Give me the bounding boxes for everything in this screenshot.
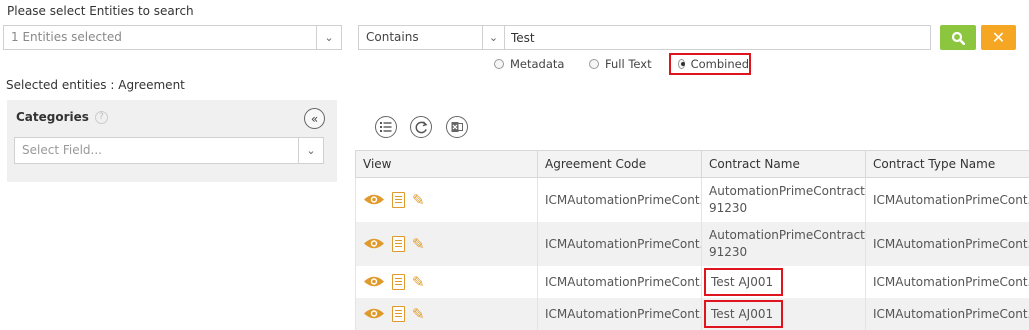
clear-button[interactable]: ✕ (981, 25, 1016, 50)
contract-type-cell: ICMAutomationPrimeCont... (865, 177, 1029, 222)
eye-icon[interactable] (363, 307, 385, 320)
entities-select[interactable]: 1 Entities selected ⌄ (3, 25, 342, 50)
help-icon[interactable]: ? (94, 110, 108, 124)
radio-full-text[interactable]: Full Text (589, 57, 652, 71)
table-row[interactable]: ✎ ICMAutomationPrimeCont... Test AJ001 I… (355, 297, 1029, 330)
selected-entity-name: Agreement (118, 78, 185, 92)
list-glyph (380, 122, 392, 132)
contract-name-cell: Test AJ001 (701, 297, 866, 330)
entities-select-value: 1 Entities selected (11, 30, 122, 44)
radio-metadata[interactable]: Metadata (494, 57, 564, 71)
agreement-code-cell: ICMAutomationPrimeCont... (537, 297, 702, 330)
radio-combined-label: Combined (690, 57, 749, 71)
handshake-icon[interactable]: ✎ (412, 274, 425, 290)
document-icon[interactable] (392, 305, 405, 322)
view-actions: ✎ (355, 297, 538, 330)
chevron-down-icon[interactable]: ⌄ (482, 26, 504, 49)
eye-icon[interactable] (363, 193, 385, 206)
radio-circle[interactable] (494, 59, 504, 69)
table-row[interactable]: ✎ ICMAutomationPrimeCont... AutomationPr… (355, 177, 1029, 222)
view-actions: ✎ (355, 221, 538, 266)
select-field-dropdown[interactable]: Select Field... ⌄ (14, 137, 324, 164)
column-header-view[interactable]: View (355, 150, 538, 178)
contract-name-cell: Test AJ001 (701, 265, 866, 298)
contract-type-cell: ICMAutomationPrimeCont... (865, 265, 1029, 298)
handshake-icon[interactable]: ✎ (412, 192, 425, 208)
contract-name-cell: AutomationPrimeContract 91230 (701, 177, 866, 222)
refresh-glyph (415, 120, 427, 133)
view-actions: ✎ (355, 265, 538, 298)
table-row[interactable]: ✎ ICMAutomationPrimeCont... Test AJ001 I… (355, 265, 1029, 298)
document-icon[interactable] (392, 273, 405, 290)
search-input[interactable] (504, 25, 931, 50)
excel-glyph (451, 122, 463, 132)
radio-circle[interactable] (589, 59, 599, 69)
selected-entities: Selected entities : Agreement (6, 78, 185, 92)
highlighted-contract-name: Test AJ001 (704, 267, 784, 296)
chevron-down-icon[interactable]: ⌄ (298, 138, 323, 163)
radio-metadata-label: Metadata (510, 57, 565, 71)
eye-icon[interactable] (363, 275, 385, 288)
table-row[interactable]: ✎ ICMAutomationPrimeCont... AutomationPr… (355, 221, 1029, 266)
contract-type-cell: ICMAutomationPrimeCont... (865, 297, 1029, 330)
agreement-code-cell: ICMAutomationPrimeCont... (537, 177, 702, 222)
eye-icon[interactable] (363, 237, 385, 250)
radio-circle-selected[interactable] (678, 59, 685, 69)
close-icon: ✕ (991, 28, 1006, 47)
document-icon[interactable] (392, 235, 405, 252)
categories-title: Categories (16, 110, 89, 124)
radio-combined[interactable]: Combined (669, 53, 751, 75)
radio-full-text-label: Full Text (605, 57, 652, 71)
column-header-contract-name[interactable]: Contract Name (701, 150, 866, 178)
agreement-code-cell: ICMAutomationPrimeCont... (537, 265, 702, 298)
contract-name-cell: AutomationPrimeContract 91230 (701, 221, 866, 266)
search-button[interactable] (940, 25, 976, 50)
chevron-down-icon[interactable]: ⌄ (316, 26, 341, 49)
categories-panel: Categories ? « Select Field... ⌄ (7, 100, 337, 182)
select-field-placeholder: Select Field... (22, 143, 102, 157)
handshake-icon[interactable]: ✎ (412, 306, 425, 322)
list-icon[interactable] (375, 116, 397, 138)
results-table: View Agreement Code Contract Name Contra… (355, 150, 1029, 330)
categories-header: Categories ? (16, 110, 108, 124)
operator-select[interactable]: Contains ⌄ (358, 25, 505, 50)
agreement-code-cell: ICMAutomationPrimeCont... (537, 221, 702, 266)
column-header-contract-type-name[interactable]: Contract Type Name (865, 150, 1029, 178)
view-actions: ✎ (355, 177, 538, 222)
column-header-agreement-code[interactable]: Agreement Code (537, 150, 702, 178)
document-icon[interactable] (392, 191, 405, 208)
handshake-icon[interactable]: ✎ (412, 236, 425, 252)
search-icon (951, 31, 965, 45)
export-excel-icon[interactable] (446, 116, 468, 138)
operator-select-value: Contains (366, 30, 419, 44)
refresh-icon[interactable] (410, 116, 432, 138)
contract-type-cell: ICMAutomationPrimeCont... (865, 221, 1029, 266)
selected-entities-label: Selected entities : (6, 78, 115, 92)
entities-prompt-label: Please select Entities to search (7, 4, 194, 18)
highlighted-contract-name: Test AJ001 (704, 299, 784, 328)
collapse-panel-icon[interactable]: « (304, 108, 325, 129)
table-header-row: View Agreement Code Contract Name Contra… (355, 150, 1029, 178)
